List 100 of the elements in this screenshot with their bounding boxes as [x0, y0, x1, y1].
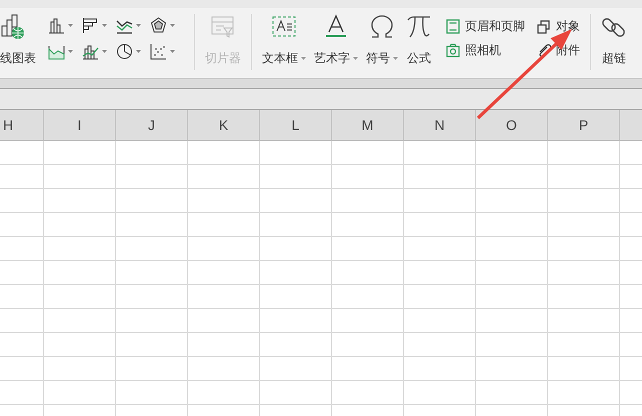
table-cell[interactable] [44, 165, 116, 189]
table-cell[interactable] [548, 357, 620, 381]
table-cell[interactable] [332, 237, 404, 261]
column-header[interactable]: J [116, 110, 188, 140]
ribbon-button[interactable]: 符号 [362, 8, 402, 78]
table-cell[interactable] [404, 189, 476, 213]
table-cell[interactable] [116, 333, 188, 357]
table-cell[interactable] [44, 357, 116, 381]
table-cell[interactable] [404, 261, 476, 285]
column-header[interactable]: M [332, 110, 404, 140]
table-cell[interactable] [116, 213, 188, 237]
table-cell[interactable] [188, 141, 260, 165]
table-cell[interactable] [332, 213, 404, 237]
table-cell[interactable] [476, 141, 548, 165]
table-cell[interactable] [260, 165, 332, 189]
table-cell[interactable] [116, 261, 188, 285]
table-cell[interactable] [332, 381, 404, 405]
table-cell[interactable] [260, 189, 332, 213]
table-cell[interactable] [0, 333, 44, 357]
ribbon-small-button[interactable]: 页眉和页脚 [446, 14, 525, 38]
table-cell[interactable] [188, 357, 260, 381]
table-cell[interactable] [548, 165, 620, 189]
table-cell[interactable] [548, 189, 620, 213]
table-cell[interactable] [260, 237, 332, 261]
table-cell[interactable] [44, 381, 116, 405]
table-cell[interactable] [404, 309, 476, 333]
table-cell[interactable] [44, 261, 116, 285]
column-header[interactable]: P [548, 110, 620, 140]
table-cell[interactable] [332, 141, 404, 165]
table-cell[interactable] [44, 309, 116, 333]
table-cell[interactable] [44, 141, 116, 165]
table-cell[interactable] [476, 309, 548, 333]
table-cell[interactable] [476, 285, 548, 309]
table-cell[interactable] [332, 333, 404, 357]
formula-bar[interactable] [0, 88, 642, 110]
table-cell[interactable] [0, 189, 44, 213]
table-cell[interactable] [476, 261, 548, 285]
table-cell[interactable] [548, 333, 620, 357]
table-cell[interactable] [188, 261, 260, 285]
table-cell[interactable] [548, 309, 620, 333]
table-cell[interactable] [116, 381, 188, 405]
table-cell[interactable] [260, 381, 332, 405]
table-cell[interactable] [116, 237, 188, 261]
table-cell[interactable] [548, 141, 620, 165]
table-cell[interactable] [116, 309, 188, 333]
table-cell[interactable] [476, 165, 548, 189]
table-cell[interactable] [404, 333, 476, 357]
ribbon-small-button[interactable]: 照相机 [446, 38, 525, 62]
table-cell[interactable] [548, 381, 620, 405]
table-cell[interactable] [0, 141, 44, 165]
table-cell[interactable] [476, 333, 548, 357]
table-cell[interactable] [548, 261, 620, 285]
table-cell[interactable] [404, 141, 476, 165]
table-cell[interactable] [404, 165, 476, 189]
table-cell[interactable] [476, 189, 548, 213]
table-cell[interactable] [332, 261, 404, 285]
table-cell[interactable] [44, 213, 116, 237]
table-cell[interactable] [188, 165, 260, 189]
table-cell[interactable] [332, 357, 404, 381]
table-cell[interactable] [476, 213, 548, 237]
table-cell[interactable] [116, 357, 188, 381]
table-cell[interactable] [0, 381, 44, 405]
table-cell[interactable] [260, 285, 332, 309]
ribbon-button[interactable]: 公式 [402, 8, 436, 78]
table-cell[interactable] [260, 213, 332, 237]
table-cell[interactable] [332, 165, 404, 189]
table-cell[interactable] [260, 333, 332, 357]
table-cell[interactable] [332, 309, 404, 333]
table-cell[interactable] [548, 285, 620, 309]
online-chart-button[interactable]: 线图表 [0, 8, 40, 78]
ribbon-small-button[interactable]: 对象 [537, 14, 580, 38]
column-header[interactable]: L [260, 110, 332, 140]
table-cell[interactable] [188, 189, 260, 213]
table-cell[interactable] [476, 381, 548, 405]
hyperlink-button[interactable]: 超链 [597, 8, 631, 78]
table-cell[interactable] [44, 189, 116, 213]
table-cell[interactable] [188, 333, 260, 357]
table-cell[interactable] [548, 213, 620, 237]
table-cell[interactable] [0, 237, 44, 261]
table-cell[interactable] [0, 357, 44, 381]
table-cell[interactable] [188, 213, 260, 237]
table-cell[interactable] [44, 237, 116, 261]
table-cell[interactable] [188, 237, 260, 261]
table-cell[interactable] [0, 165, 44, 189]
table-cell[interactable] [44, 285, 116, 309]
table-cell[interactable] [548, 237, 620, 261]
table-cell[interactable] [116, 189, 188, 213]
ribbon-button[interactable]: 文本框 [258, 8, 310, 78]
table-cell[interactable] [404, 285, 476, 309]
table-cell[interactable] [0, 261, 44, 285]
table-cell[interactable] [260, 141, 332, 165]
table-cell[interactable] [116, 165, 188, 189]
table-cell[interactable] [332, 189, 404, 213]
table-cell[interactable] [404, 381, 476, 405]
table-cell[interactable] [404, 357, 476, 381]
table-cell[interactable] [188, 381, 260, 405]
table-cell[interactable] [0, 309, 44, 333]
table-cell[interactable] [260, 309, 332, 333]
table-cell[interactable] [188, 309, 260, 333]
table-cell[interactable] [0, 285, 44, 309]
